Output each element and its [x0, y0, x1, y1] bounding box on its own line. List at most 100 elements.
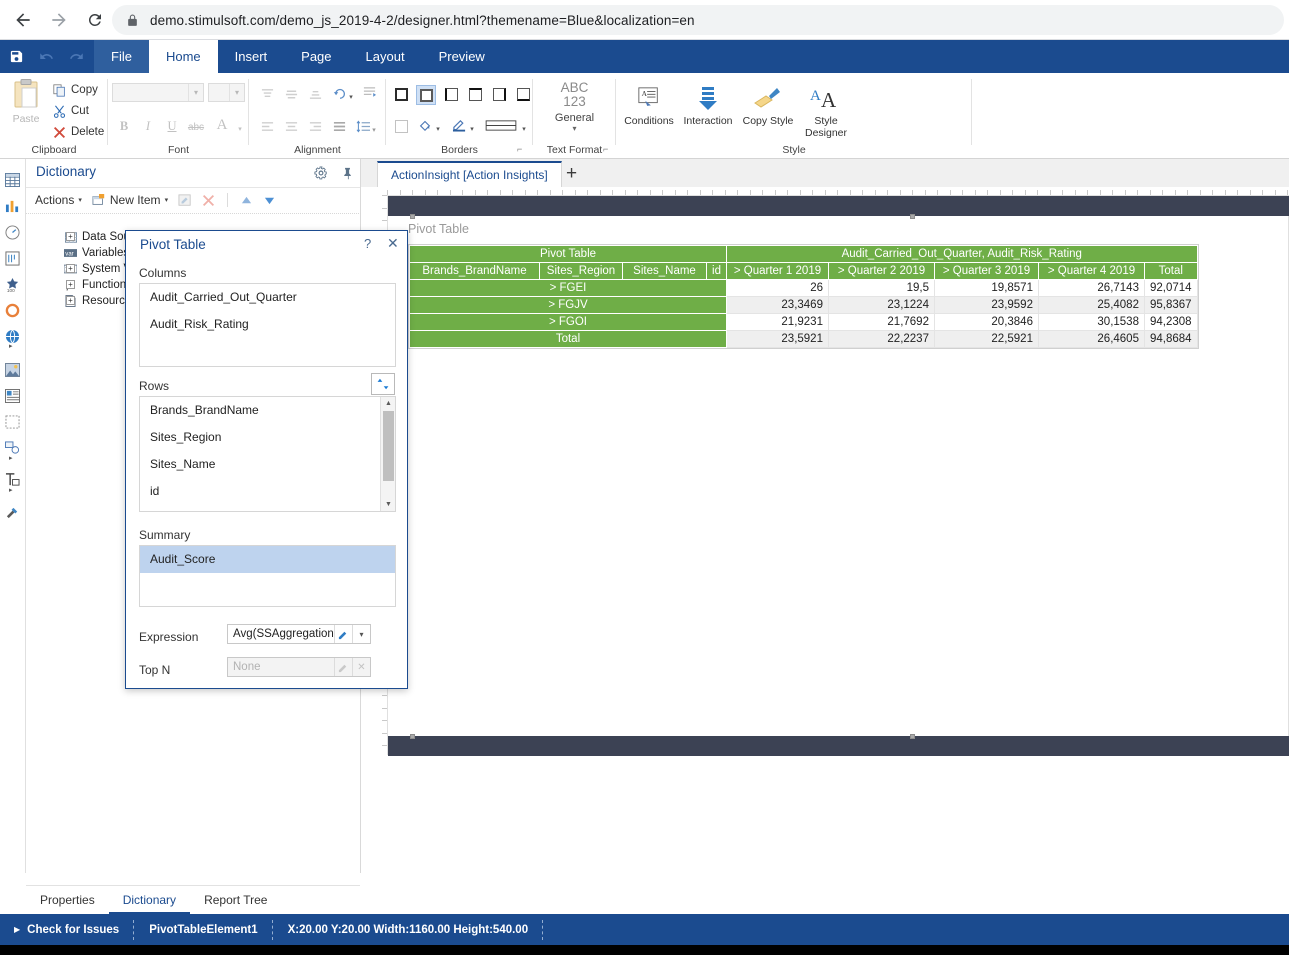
pencil-icon[interactable] [334, 658, 352, 676]
delete-button[interactable]: Delete [52, 125, 104, 139]
columns-listbox[interactable]: Audit_Carried_Out_Quarter Audit_Risk_Rat… [139, 283, 396, 367]
summary-listbox[interactable]: Audit_Score [139, 545, 396, 607]
table-icon[interactable] [0, 167, 25, 193]
border-style-chevron-down-icon[interactable]: ▾ [520, 120, 528, 138]
chevron-down-icon[interactable]: ▾ [352, 625, 370, 643]
undo-icon[interactable] [36, 47, 56, 67]
subreport-icon[interactable]: ▸ [0, 467, 25, 494]
border-color-chevron-down-icon[interactable]: ▾ [468, 120, 476, 138]
borders-dialog-launcher-icon[interactable]: ⌐ [517, 144, 522, 154]
shape-ring-icon[interactable] [0, 297, 25, 323]
pin-icon[interactable] [339, 165, 355, 181]
list-item[interactable]: Sites_Name [140, 451, 395, 478]
scrollbar-thumb[interactable] [383, 411, 394, 481]
tab-report-tree[interactable]: Report Tree [190, 887, 281, 914]
question-mark-icon[interactable]: ? [364, 236, 371, 251]
scroll-down-icon[interactable]: ▼ [381, 498, 395, 511]
font-size-combo[interactable]: ▾ [208, 83, 245, 102]
tab-properties[interactable]: Properties [26, 887, 109, 914]
textformat-dialog-launcher-icon[interactable]: ⌐ [603, 144, 608, 154]
align-right-button[interactable] [305, 117, 325, 135]
paste-button[interactable]: Paste [8, 79, 44, 125]
align-center-button[interactable] [281, 117, 301, 135]
copy-style-button[interactable]: Copy Style [736, 81, 800, 127]
rows-listbox[interactable]: Brands_BrandName Sites_Region Sites_Name… [139, 396, 396, 512]
clear-x-icon[interactable]: ✕ [352, 658, 370, 676]
move-down-icon[interactable] [263, 195, 276, 206]
expression-field[interactable]: Avg(SSAggregationIssueDS ▾ [227, 624, 371, 644]
align-justify-button[interactable] [329, 117, 349, 135]
rotation-chevron-down-icon[interactable]: ▾ [347, 88, 355, 106]
gauge-icon[interactable] [0, 219, 25, 245]
forward-arrow-icon[interactable] [42, 4, 76, 36]
font-color-chevron-down-icon[interactable]: ▾ [230, 119, 250, 138]
pivot-table-component[interactable]: Pivot Table Pivot Table Audit_Carried_Ou… [408, 222, 1268, 352]
new-item-button[interactable]: New Item ▾ [92, 193, 168, 207]
strikethrough-button[interactable]: abc [186, 118, 206, 137]
list-item[interactable]: Audit_Carried_Out_Quarter [140, 284, 395, 311]
italic-button[interactable]: I [138, 117, 158, 136]
globe-icon[interactable]: ▸ [0, 323, 25, 350]
richtext-icon[interactable] [0, 383, 25, 409]
list-item[interactable]: Sites_Region [140, 424, 395, 451]
border-left-button[interactable] [442, 85, 460, 103]
tab-dictionary[interactable]: Dictionary [108, 887, 191, 914]
align-left-button[interactable] [257, 117, 277, 135]
expand-caret-icon[interactable]: ▸ [9, 455, 13, 462]
barcode-icon[interactable] [0, 245, 25, 271]
border-right-button[interactable] [490, 85, 508, 103]
border-all-button[interactable] [392, 85, 410, 103]
clone-icon[interactable]: ▸ [0, 435, 25, 462]
resize-handle[interactable] [410, 214, 415, 219]
expand-plus-icon[interactable]: + [66, 280, 75, 289]
list-item[interactable]: Audit_Risk_Rating [140, 311, 395, 338]
line-spacing-chevron-down-icon[interactable]: ▾ [370, 121, 378, 139]
border-bottom-button[interactable] [514, 85, 532, 103]
list-item[interactable]: id [140, 478, 395, 505]
sort-updown-icon[interactable] [371, 373, 395, 395]
plus-icon[interactable]: + [566, 164, 577, 183]
align-top-button[interactable] [257, 85, 277, 103]
expand-plus-icon[interactable]: + [66, 232, 75, 241]
image-icon[interactable] [0, 357, 25, 383]
chevron-down-icon[interactable]: ▾ [533, 124, 616, 133]
pencil-icon[interactable] [334, 625, 352, 643]
tab-insert[interactable]: Insert [218, 40, 285, 73]
save-icon[interactable] [6, 47, 26, 67]
font-family-combo[interactable]: ▾ [112, 83, 204, 102]
resize-handle[interactable] [910, 214, 915, 219]
tab-file[interactable]: File [94, 40, 149, 73]
text-wrap-button[interactable] [359, 84, 379, 102]
close-icon[interactable]: ✕ [387, 235, 399, 252]
border-none-button[interactable] [416, 85, 436, 105]
tab-preview[interactable]: Preview [422, 40, 502, 73]
border-top-button[interactable] [466, 85, 484, 103]
redo-icon[interactable] [66, 47, 86, 67]
tab-layout[interactable]: Layout [349, 40, 422, 73]
bold-button[interactable]: B [114, 117, 134, 136]
report-page[interactable]: Pivot Table Pivot Table Audit_Carried_Ou… [387, 195, 1289, 756]
tab-home[interactable]: Home [148, 40, 218, 73]
expand-caret-icon[interactable]: ▸ [9, 487, 13, 494]
fill-chevron-down-icon[interactable]: ▾ [434, 120, 442, 138]
resize-handle[interactable] [410, 734, 415, 739]
fill-color-button[interactable] [416, 116, 434, 134]
list-item[interactable]: Audit_Score [140, 546, 395, 573]
resize-handle[interactable] [910, 734, 915, 739]
interaction-button[interactable]: Interaction [676, 81, 740, 127]
back-arrow-icon[interactable] [6, 4, 40, 36]
checkbox-100-icon[interactable]: 100 [0, 271, 25, 297]
actions-menu-button[interactable]: Actions ▾ [35, 193, 82, 207]
align-middle-button[interactable] [281, 85, 301, 103]
border-color-button[interactable] [450, 116, 468, 134]
topn-field[interactable]: None ✕ [227, 657, 371, 677]
conditions-button[interactable]: A Conditions [617, 81, 681, 127]
style-designer-button[interactable]: AA Style Designer [794, 81, 858, 139]
page-header-band[interactable] [388, 196, 1289, 216]
gear-icon[interactable] [313, 165, 329, 181]
document-tab[interactable]: ActionInsight [Action Insights] [377, 161, 562, 187]
expand-plus-icon[interactable]: + [66, 296, 75, 305]
chart-icon[interactable] [0, 193, 25, 219]
underline-button[interactable]: U [162, 117, 182, 136]
tools-icon[interactable] [0, 499, 25, 525]
